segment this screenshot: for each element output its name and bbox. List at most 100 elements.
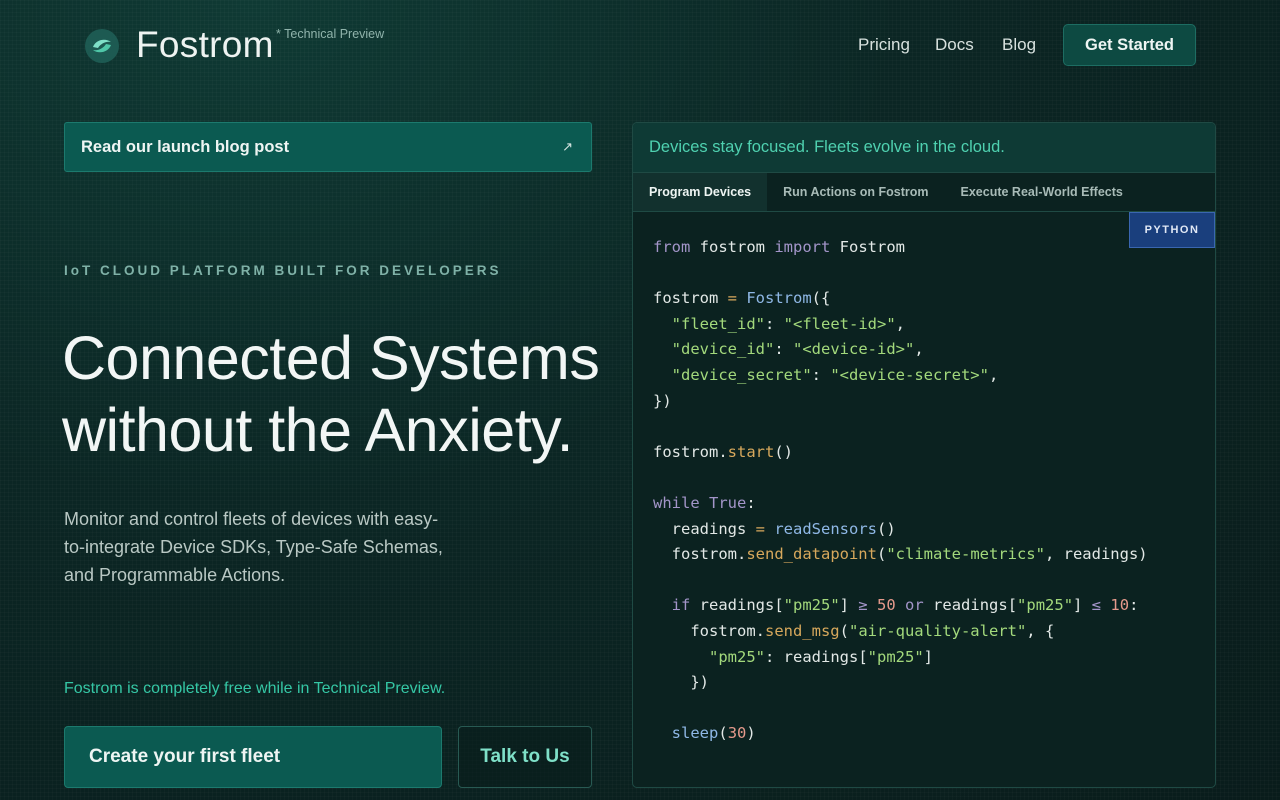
site-header: Fostrom * Technical Preview Pricing Docs… [0, 0, 1280, 90]
external-arrow-icon: ↗ [562, 139, 573, 154]
code-token: Fostrom [746, 289, 812, 308]
code-line: fostrom.start() [653, 440, 1148, 466]
code-token: from [653, 238, 691, 256]
technical-preview-tag: * Technical Preview [276, 27, 385, 41]
code-token: ( [876, 545, 887, 564]
code-token: 30 [727, 724, 747, 743]
code-token: fostrom. [653, 442, 728, 461]
code-line: while True: [653, 491, 1148, 517]
tab-execute-effects[interactable]: Execute Real-World Effects [945, 173, 1139, 211]
nav-docs-link[interactable]: Docs [935, 35, 974, 55]
tab-program-devices[interactable]: Program Devices [633, 173, 768, 211]
code-token: start [727, 442, 775, 461]
code-token: : readings[ [765, 647, 868, 666]
code-line: "fleet_id": "<fleet-id>", [653, 312, 1148, 338]
nav-pricing-link[interactable]: Pricing [858, 35, 910, 55]
code-token: import [774, 238, 831, 256]
code-token: fostrom. [653, 545, 747, 564]
code-line: sleep(30) [653, 721, 1148, 747]
launch-blog-post-link[interactable]: Read our launch blog post ↗ [64, 122, 592, 172]
code-token: readings [653, 519, 756, 538]
code-token: "pm25" [709, 647, 765, 666]
hero-description: Monitor and control fleets of devices wi… [64, 509, 443, 585]
code-token: readings[ [690, 596, 784, 615]
code-token: "device_secret" [671, 365, 812, 384]
free-preview-note: Fostrom is completely free while in Tech… [64, 680, 446, 697]
launch-blog-post-label: Read our launch blog post [81, 137, 290, 156]
code-token: "<fleet-id>" [783, 314, 896, 333]
code-panel-tabs: Program Devices Run Actions on Fostrom E… [633, 173, 1215, 212]
code-token: , { [1026, 621, 1055, 640]
code-token: }) [653, 673, 709, 692]
code-token: or [905, 596, 924, 615]
code-token: readSensors [774, 519, 877, 538]
nav-blog-link[interactable]: Blog [1002, 35, 1036, 55]
tab-run-actions[interactable]: Run Actions on Fostrom [767, 173, 944, 211]
code-token: ] [1073, 596, 1092, 615]
code-line: fostrom.send_msg("air-quality-alert", { [653, 619, 1148, 645]
code-token: "pm25" [1017, 596, 1074, 615]
code-token: ≤ [1091, 596, 1102, 615]
hero-headline: Connected Systems without the Anxiety. [62, 322, 622, 466]
code-token: 50 [877, 596, 896, 615]
code-token: "device_id" [671, 340, 775, 359]
code-token: : [1129, 596, 1139, 615]
code-token: 10 [1110, 596, 1130, 615]
code-token: ( [839, 621, 849, 640]
code-token: "<device-secret>" [830, 365, 989, 384]
code-token: }) [653, 391, 672, 410]
code-token: ] [923, 647, 933, 666]
code-line: fostrom = Fostrom({ [653, 286, 1148, 312]
brand-name[interactable]: Fostrom [136, 24, 274, 66]
code-token: () [774, 442, 793, 461]
code-token: : [774, 340, 793, 359]
code-token: if [671, 596, 691, 615]
code-token: readings[ [923, 596, 1018, 615]
code-token: () [877, 519, 896, 538]
code-line: }) [653, 389, 1148, 415]
code-token: "air-quality-alert" [848, 621, 1027, 640]
code-token: : [765, 314, 784, 333]
create-fleet-button[interactable]: Create your first fleet [64, 726, 442, 788]
code-token: "pm25" [783, 596, 840, 615]
code-token: fostrom [690, 238, 775, 256]
code-token: ( [718, 724, 728, 743]
hero-headline-line-1: Connected Systems [62, 324, 600, 392]
code-token: : [811, 365, 831, 384]
code-token: "fleet_id" [671, 314, 765, 333]
talk-to-us-button[interactable]: Talk to Us [458, 726, 592, 788]
code-panel-heading: Devices stay focused. Fleets evolve in t… [633, 123, 1215, 173]
code-line: "pm25": readings["pm25"] [653, 645, 1148, 671]
code-token: Fostrom [830, 238, 905, 256]
code-line: "device_id": "<device-id>", [653, 337, 1148, 363]
fostrom-logo-icon[interactable] [84, 28, 120, 64]
code-token: ≥ [858, 596, 868, 615]
code-line: "device_secret": "<device-secret>", [653, 363, 1148, 389]
code-token: , [895, 314, 905, 333]
code-token: sleep [671, 724, 719, 743]
code-token: ] [839, 596, 859, 615]
code-token: "climate-metrics" [886, 545, 1045, 564]
code-line: from fostrom import Fostrom [653, 235, 1148, 261]
code-block: from fostrom import Fostrom fostrom = Fos… [653, 235, 1148, 747]
code-line: fostrom.send_datapoint("climate-metrics"… [653, 542, 1148, 568]
code-token: send_datapoint [746, 545, 877, 564]
get-started-button[interactable]: Get Started [1063, 24, 1196, 66]
code-token: while [653, 493, 700, 512]
hero-eyebrow: IoT CLOUD PLATFORM BUILT FOR DEVELOPERS [64, 263, 502, 278]
code-token: ) [746, 724, 756, 743]
code-token: "<device-id>" [793, 340, 915, 359]
